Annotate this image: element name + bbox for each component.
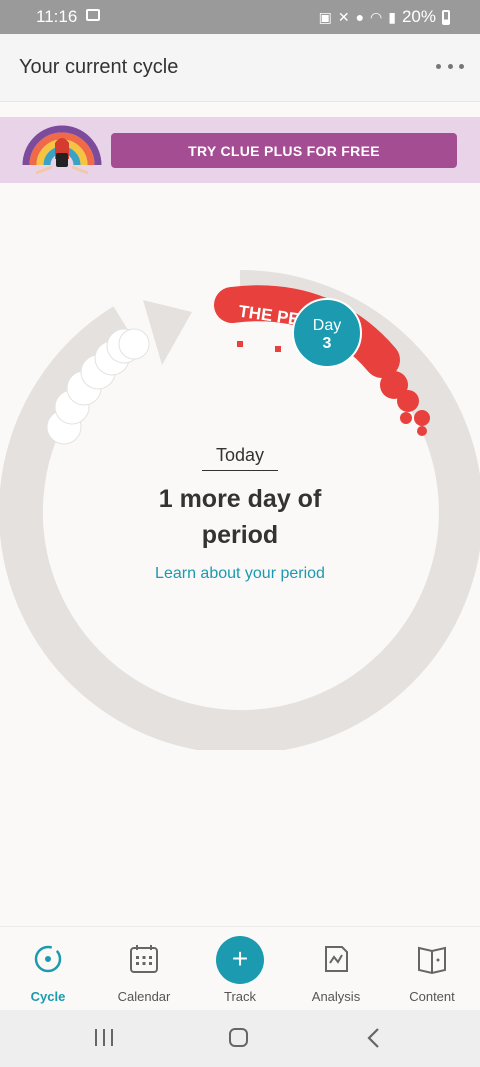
nav-content[interactable]: Content (384, 927, 480, 1011)
more-dot (459, 63, 464, 69)
nav-calendar[interactable]: Calendar (96, 927, 192, 1011)
today-label: Today (201, 445, 279, 471)
more-dot (447, 63, 453, 69)
more-dot (436, 63, 441, 69)
nav-cycle-label: Cycle (30, 989, 66, 1004)
mute-icon: ✕ (337, 8, 350, 25)
nav-analysis[interactable]: Analysis (288, 927, 384, 1011)
cycle-arrow-head (143, 300, 192, 365)
home-icon[interactable] (229, 1028, 248, 1047)
signal-icon: ▮ (388, 8, 396, 25)
more-horizontal-icon[interactable] (436, 56, 464, 76)
book-icon (418, 946, 446, 975)
nav-cycle[interactable]: Cycle (0, 927, 96, 1011)
nav-track-label: Track (223, 989, 257, 1004)
app-header: Your current cycle (0, 34, 480, 102)
day-badge-number: 3 (323, 335, 332, 352)
calendar-icon (130, 945, 158, 973)
cycle-summary: Today 1 more day of period Learn about y… (0, 445, 480, 583)
cycle-message: 1 more day of period (0, 481, 480, 553)
learn-period-link[interactable]: Learn about your period (0, 565, 480, 583)
recents-icon[interactable] (95, 1029, 113, 1046)
cycle-message-line2: period (201, 521, 279, 549)
nav-content-label: Content (409, 989, 455, 1004)
try-clue-plus-button[interactable]: TRY CLUE PLUS FOR FREE (111, 133, 457, 168)
status-time: 11:16 (36, 7, 78, 26)
system-nav-bar (0, 1010, 480, 1067)
nav-calendar-label: Calendar (117, 989, 171, 1004)
status-bar: 11:16 ▣ ✕ ● ◠ ▮ 20% (0, 0, 480, 34)
promo-banner: TRY CLUE PLUS FOR FREE (0, 117, 480, 183)
day-badge-title: Day (313, 317, 341, 334)
bottom-nav: Cycle Calendar + Track Analysis Content (0, 926, 480, 1010)
lock-icon: ▣ (318, 8, 332, 25)
cycle-icon (34, 945, 62, 973)
nav-track[interactable]: + Track (192, 927, 288, 1011)
back-icon[interactable] (366, 1027, 380, 1049)
wifi-icon: ◠ (370, 8, 383, 25)
gallery-icon (86, 9, 100, 21)
location-icon: ● (355, 9, 365, 25)
page-title: Your current cycle (19, 56, 179, 78)
nav-analysis-label: Analysis (311, 989, 361, 1004)
rainbow-illustration (22, 125, 102, 175)
status-icons: ▣ ✕ ● ◠ ▮ 20% (319, 7, 450, 27)
analysis-icon (325, 946, 348, 972)
plus-icon[interactable]: + (216, 936, 264, 984)
cycle-message-line1: 1 more day of (158, 485, 322, 513)
battery-icon (442, 9, 450, 25)
battery-text: 20% (401, 7, 436, 26)
